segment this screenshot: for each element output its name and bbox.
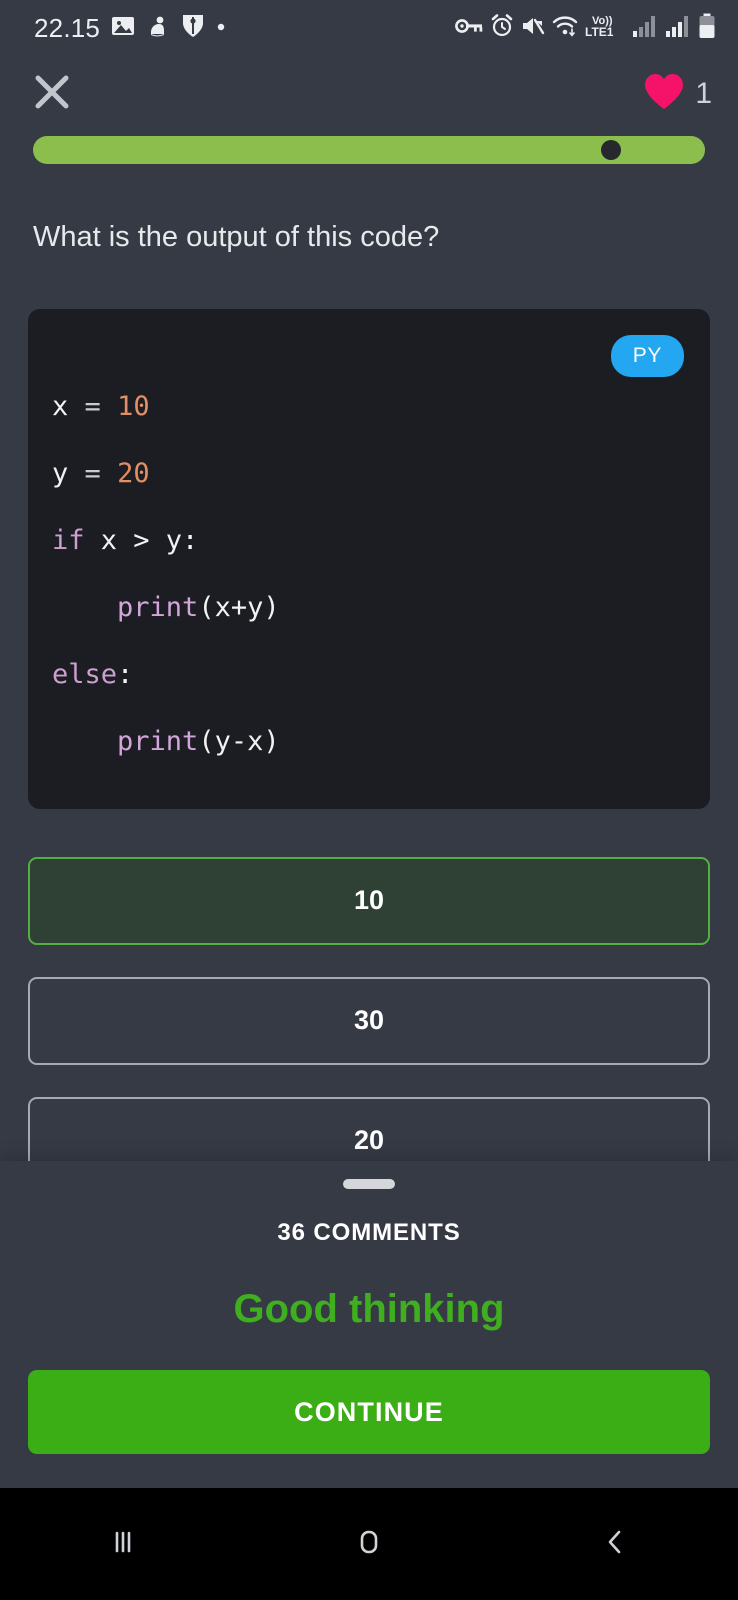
back-button[interactable] [555, 1504, 675, 1584]
code-line: print(y-x) [117, 725, 280, 757]
code-content: x = 10 y = 20 if x > y: print(x+y) else: pr… [52, 373, 684, 775]
close-button[interactable] [28, 70, 76, 118]
heart-count: 1 [695, 77, 712, 110]
status-time: 22.15 [34, 12, 101, 43]
hearts-indicator[interactable]: 1 [643, 73, 712, 116]
answer-option-30[interactable]: 30 [28, 976, 710, 1065]
shield-icon [181, 13, 205, 44]
mute-icon [521, 15, 545, 42]
comments-button[interactable]: 36 COMMENTS [0, 1219, 738, 1247]
recent-apps-button[interactable] [63, 1504, 183, 1584]
lesson-header: 1 [0, 56, 738, 132]
volte-icon: Vo)) LTE1 [585, 13, 625, 44]
recent-apps-icon [106, 1525, 140, 1564]
code-line: else: [52, 658, 134, 690]
code-line: x = 10 [52, 390, 150, 422]
signal-bars-2-icon [665, 14, 691, 43]
dot-icon [216, 19, 226, 37]
drag-handle[interactable] [343, 1179, 395, 1189]
app-notification-icon [146, 14, 170, 43]
sheet-bottom-spacer [0, 1454, 738, 1488]
android-navigation-bar [0, 1488, 738, 1600]
signal-bars-1-icon [632, 14, 658, 43]
home-icon [352, 1525, 386, 1564]
result-bottom-sheet: 36 COMMENTS Good thinking CONTINUE [0, 1161, 738, 1488]
answer-options: 10 30 20 [0, 809, 738, 1217]
question-text: What is the output of this code? [33, 221, 440, 253]
alarm-icon [490, 13, 514, 43]
progress-track [33, 136, 705, 164]
language-badge: PY [610, 334, 684, 377]
battery-icon [698, 13, 716, 44]
code-line: if x > y: [52, 524, 199, 556]
home-button[interactable] [309, 1504, 429, 1584]
progress-bar-container [0, 136, 738, 164]
continue-button[interactable]: CONTINUE [28, 1370, 710, 1454]
code-line: y = 20 [52, 457, 150, 489]
vpn-key-icon [455, 15, 483, 42]
answer-option-10[interactable]: 10 [28, 856, 710, 945]
svg-text:LTE1: LTE1 [585, 25, 614, 39]
progress-marker-dot [600, 140, 621, 160]
status-bar: 22.15 Vo)) LTE1 [0, 0, 738, 56]
status-bar-right: Vo)) LTE1 [455, 13, 716, 44]
code-line: print(x+y) [117, 591, 280, 623]
status-bar-left: 22.15 [34, 13, 226, 44]
heart-icon [643, 73, 685, 116]
feedback-message: Good thinking [233, 1287, 505, 1331]
code-block: PY x = 10 y = 20 if x > y: print(x+y) else:… [28, 308, 710, 809]
wifi-icon [552, 14, 578, 43]
close-icon [30, 70, 74, 119]
back-icon [598, 1525, 632, 1564]
image-icon [111, 14, 135, 43]
app-screen: 22.15 Vo)) LTE1 1 What is the output of … [0, 0, 738, 1600]
